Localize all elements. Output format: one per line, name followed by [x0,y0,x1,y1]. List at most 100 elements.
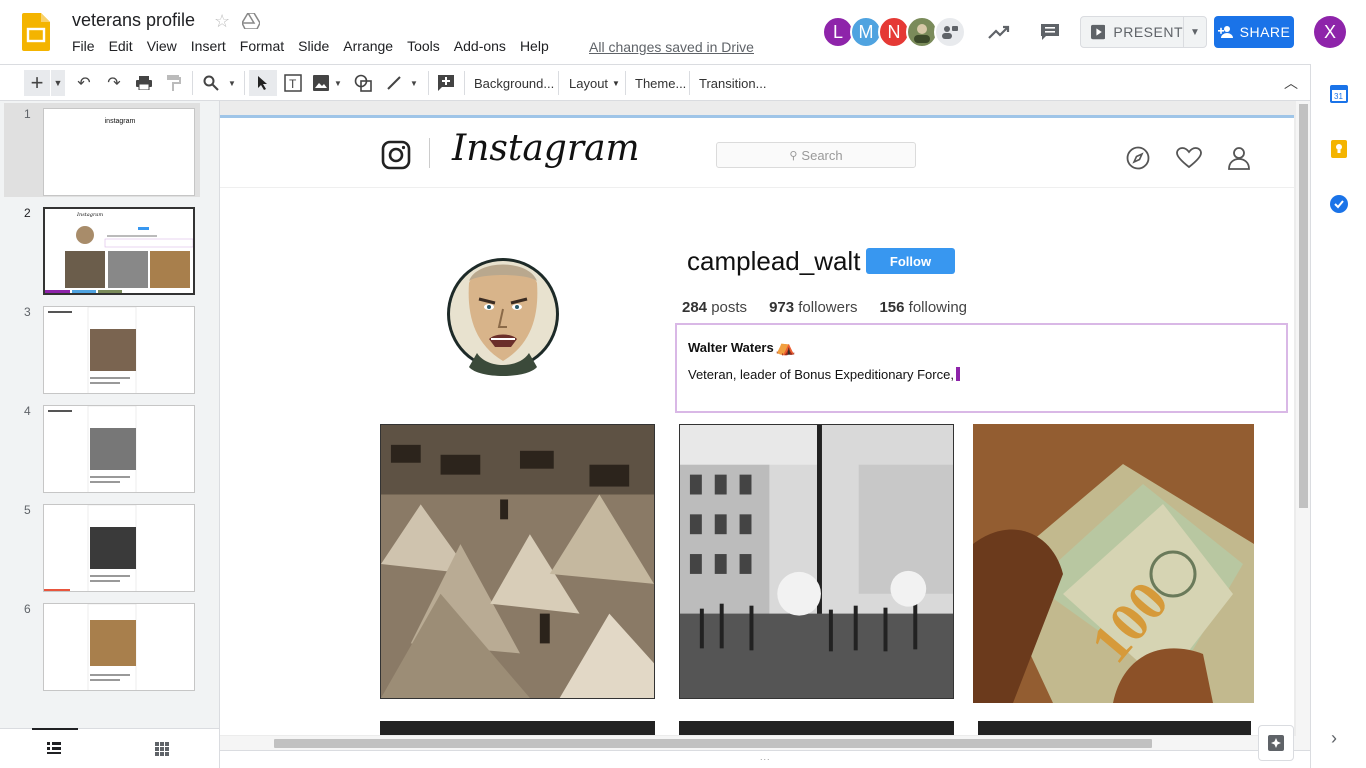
followers-count: 973 [769,299,795,316]
instagram-topbar: Instagram ⚲ Search [220,118,1294,188]
present-dropdown-icon[interactable]: ▼ [1183,16,1207,48]
following-count: 156 [879,299,905,316]
activity-dashboard-icon[interactable] [987,22,1011,42]
save-status[interactable]: All changes saved in Drive [589,39,754,55]
select-cursor-icon[interactable] [249,70,277,96]
redo-icon[interactable]: ↷ [104,70,124,96]
slide-thumbnail-2[interactable]: Instagram [43,207,195,295]
menu-slide[interactable]: Slide [298,38,336,54]
svg-text:31: 31 [1334,92,1343,101]
speaker-notes-handle[interactable]: ... [220,750,1310,768]
follow-button[interactable]: Follow [866,248,955,274]
text-box-icon[interactable]: T [282,70,304,96]
undo-icon[interactable]: ↶ [74,70,94,96]
account-avatar[interactable]: X [1314,16,1346,48]
zoom-dropdown-icon[interactable]: ▼ [226,70,238,96]
keep-icon[interactable] [1331,140,1347,158]
menu-bar: File Edit View Insert Format Slide Arran… [72,38,563,54]
print-icon[interactable] [134,70,154,96]
explore-sparkle-icon [1268,735,1284,751]
slides-logo-icon[interactable] [22,13,50,51]
menu-arrange[interactable]: Arrange [343,38,400,54]
menu-edit[interactable]: Edit [109,38,140,54]
theme-button[interactable]: Theme... [635,70,686,96]
slide-canvas[interactable]: Instagram ⚲ Search camplead_walt Follow … [220,101,1310,768]
move-to-drive-icon[interactable] [242,13,260,29]
slide-thumbnail-4[interactable] [43,405,195,493]
side-panel: 31 › [1310,64,1366,768]
horizontal-scrollbar[interactable] [220,736,1310,750]
new-slide-icon[interactable]: + [24,70,50,96]
explore-button[interactable] [1258,725,1294,761]
expand-panel-icon[interactable]: › [1331,728,1337,749]
menu-insert[interactable]: Insert [191,38,233,54]
zoom-icon[interactable] [200,70,222,96]
menu-tools[interactable]: Tools [407,38,447,54]
tasks-icon[interactable] [1330,195,1348,213]
share-label: SHARE [1239,24,1291,40]
profile-picture-avatar [447,258,559,376]
slide-thumbnail-6[interactable] [43,603,195,691]
followers-stat: 973 followers [769,299,857,316]
new-slide-dropdown-icon[interactable]: ▼ [51,70,65,96]
profile-stats: 284 posts 973 followers 156 following [682,299,967,316]
layout-button[interactable]: Layout ▼ [569,70,620,96]
comments-icon[interactable] [1039,22,1061,42]
play-icon [1091,24,1106,40]
paint-format-icon[interactable] [164,70,184,96]
slide-number: 3 [24,305,31,319]
menu-view[interactable]: View [147,38,184,54]
more-collaborators-icon[interactable] [934,16,966,48]
layout-label: Layout [569,75,609,91]
line-icon[interactable] [383,70,405,96]
collapse-menus-icon[interactable]: ︿ [1282,70,1300,96]
horizontal-scrollbar-thumb[interactable] [274,739,1152,748]
current-slide[interactable]: Instagram ⚲ Search camplead_walt Follow … [220,115,1294,735]
grid-view-icon[interactable] [155,742,169,756]
toolbar: + ▼ ↶ ↷ ▼ T ▼ ▼ Background... Layout ▼ Th… [0,64,1310,101]
filmstrip-view-icon[interactable] [47,742,61,754]
image-dropdown-icon[interactable]: ▼ [333,70,343,96]
menu-file[interactable]: File [72,38,102,54]
line-dropdown-icon[interactable]: ▼ [409,70,419,96]
menu-format[interactable]: Format [240,38,291,54]
slide-thumbnail-5[interactable] [43,504,195,592]
share-button[interactable]: SHARE [1214,16,1294,48]
post-photo-money[interactable]: 100 [973,424,1254,703]
bio-textbox[interactable]: Walter Waters ⛺ Veteran, leader of Bonus … [675,323,1288,413]
profile-username[interactable]: camplead_walt [677,235,865,287]
slide-number: 1 [24,107,31,121]
bio-name-text: Walter Waters [688,340,774,355]
posts-count: 284 [682,299,708,316]
post-photo-row-2 [679,721,954,735]
menu-addons[interactable]: Add-ons [454,38,513,54]
explore-compass-icon [1126,146,1150,170]
add-person-icon [1217,26,1233,38]
background-button[interactable]: Background... [474,70,554,96]
transition-button[interactable]: Transition... [699,70,766,96]
followers-label: followers [798,299,858,316]
image-icon[interactable] [310,70,332,96]
document-title[interactable]: veterans profile [72,10,195,31]
slide-thumbnail-3[interactable] [43,306,195,394]
post-photo-tent-camp[interactable] [380,424,655,699]
filmstrip-view-switcher [0,728,219,768]
app-header: veterans profile ☆ File Edit View Insert… [0,0,1366,64]
star-icon[interactable]: ☆ [214,11,230,32]
post-photo-engraving-street[interactable] [679,424,954,699]
vertical-scrollbar-thumb[interactable] [1299,104,1308,508]
filmstrip: 1 instagram 2 Instagram 3 4 5 6 [0,101,220,768]
shape-icon[interactable] [352,70,374,96]
slide-number: 2 [24,206,31,220]
vertical-scrollbar[interactable] [1296,101,1310,736]
posts-label: posts [711,299,748,316]
menu-help[interactable]: Help [520,38,556,54]
slide-thumbnail-1[interactable]: instagram [43,108,195,196]
search-input[interactable]: ⚲ Search [716,142,916,168]
bio-text: Veteran, leader of Bonus Expeditionary F… [688,367,960,382]
calendar-icon[interactable]: 31 [1330,85,1348,103]
search-icon: ⚲ [789,149,798,162]
present-button[interactable]: PRESENT [1080,16,1184,48]
insert-comment-icon[interactable] [434,70,458,96]
posts-stat: 284 posts [682,299,747,316]
